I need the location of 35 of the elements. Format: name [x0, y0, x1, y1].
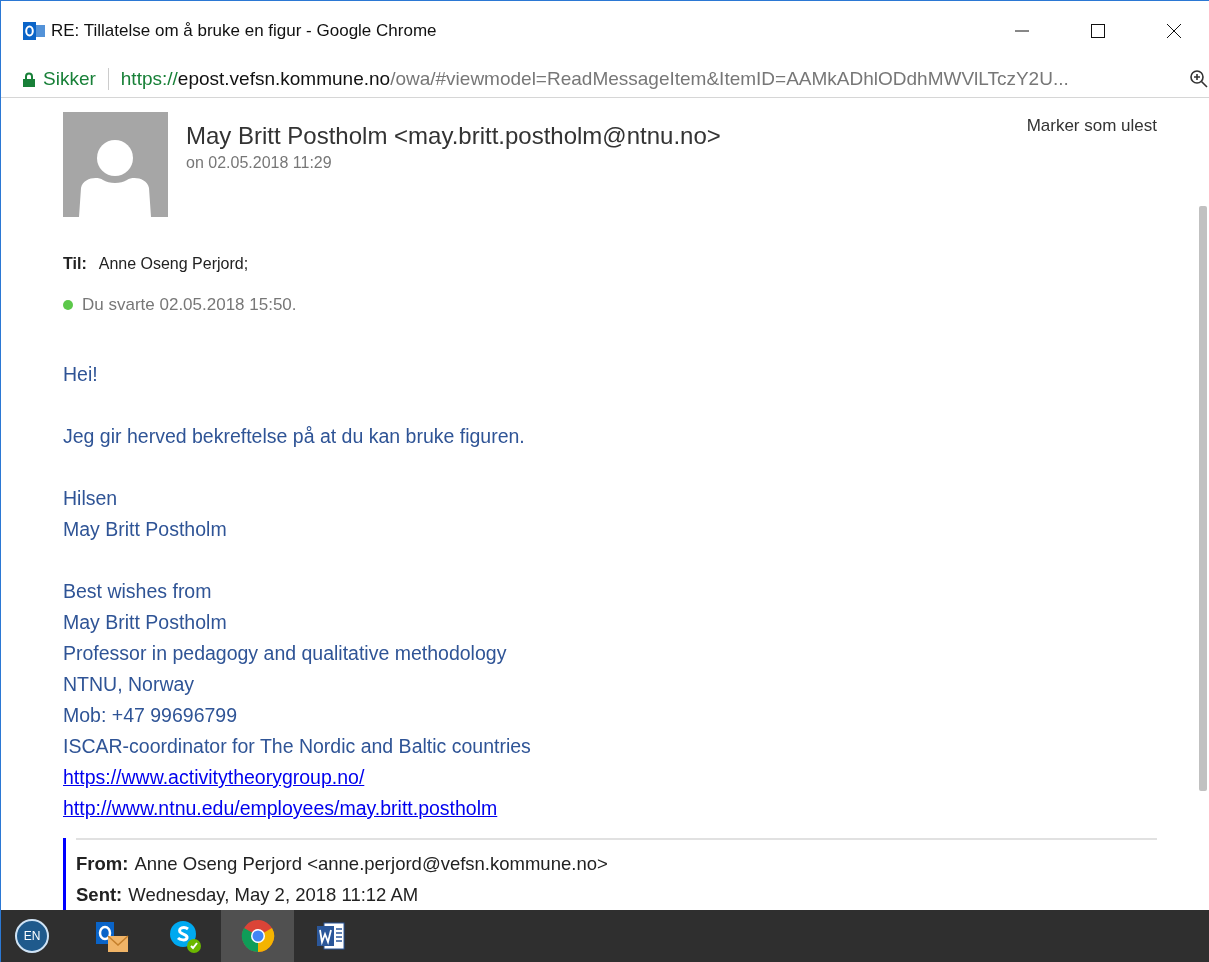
close-icon: [1166, 23, 1182, 39]
security-label: Sikker: [43, 68, 96, 90]
message-link[interactable]: https://www.activitytheorygroup.no/: [63, 762, 365, 793]
recipient: Anne Oseng Perjord;: [98, 255, 249, 273]
header-value: Anne Oseng Perjord <anne.perjord@vefsn.kommune.no>: [134, 852, 608, 876]
window-title: RE: Tillatelse om å bruke en figur - Google Chrome: [51, 21, 438, 41]
header-label: Sent:: [76, 883, 123, 907]
status-dot: [63, 300, 73, 310]
message-line: NTNU, Norway: [63, 672, 195, 697]
message-line: Mob: +47 99696799: [63, 703, 238, 728]
message-link[interactable]: http://www.ntnu.edu/employees/may.britt.postholm: [63, 793, 498, 824]
message-line: Hei!: [63, 362, 98, 387]
scrollbar-thumb[interactable]: [1199, 206, 1207, 791]
message-line: Best wishes from: [63, 579, 212, 604]
to-label: Til:: [63, 255, 87, 273]
message-line: Professor in pedagogy and qualitative methodology: [63, 641, 507, 666]
url-field[interactable]: https://epost.vefsn.kommune.no/owa/#viewmodel=ReadMessageItem&ItemID=AAMkADhlODdhMWVlLTczY2U...: [120, 68, 1179, 90]
message-line: Hilsen: [63, 486, 118, 511]
header-value: Wednesday, May 2, 2018 11:12 AM: [128, 883, 419, 907]
lock-icon: [23, 71, 35, 87]
minimize-icon: [1014, 30, 1030, 32]
mark-unread-link[interactable]: Marker som ulest: [1026, 112, 1157, 136]
zoom-icon[interactable]: [1189, 69, 1209, 89]
message-line: ISCAR-coordinator for The Nordic and Baltic countries: [63, 734, 531, 759]
maximize-icon: [1090, 23, 1106, 39]
message-line: May Britt Postholm: [63, 610, 227, 635]
browser-app-icon: [240, 919, 275, 953]
language-indicator[interactable]: EN: [15, 919, 49, 953]
mail-app-icon: [23, 20, 45, 42]
sender-name: May Britt Postholm <may.britt.postholm@ntnu.no>: [186, 122, 722, 150]
message-line: May Britt Postholm: [63, 517, 227, 542]
header-label: From:: [76, 852, 129, 876]
reply-status: Du svarte 02.05.2018 15:50.: [82, 295, 297, 315]
message-date: on 02.05.2018 11:29: [186, 154, 333, 172]
message-line: Jeg gir herved bekreftelse på at du kan bruke figuren.: [63, 424, 525, 449]
